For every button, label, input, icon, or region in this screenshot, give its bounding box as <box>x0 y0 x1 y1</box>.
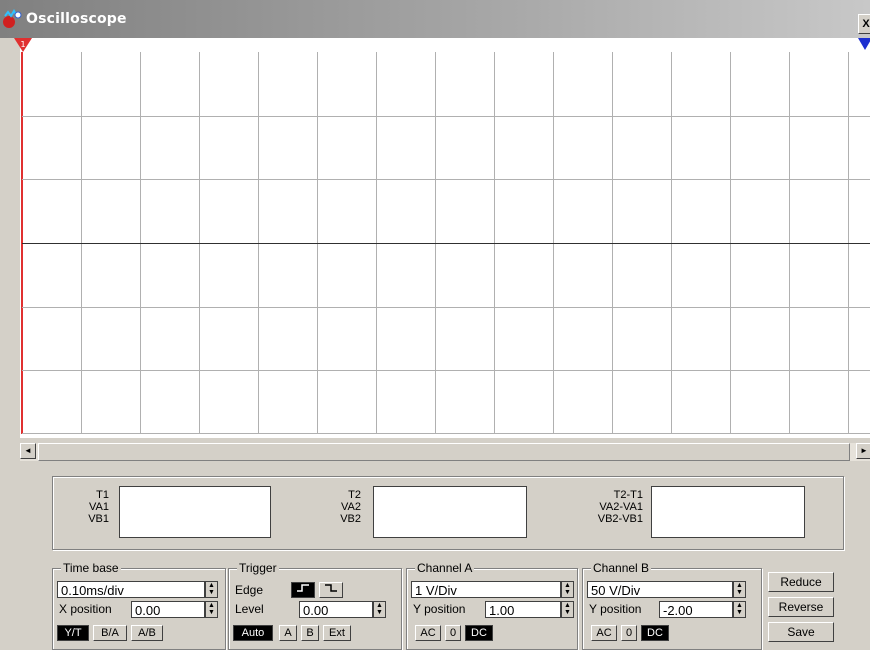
reduce-button[interactable]: Reduce <box>768 572 834 592</box>
channel-b-zero-button[interactable]: 0 <box>621 625 637 641</box>
trigger-title: Trigger <box>237 561 279 575</box>
diff-readout-box <box>651 486 805 538</box>
va2-label: VA2 <box>341 501 361 513</box>
x-position-label: X position <box>59 602 112 616</box>
cursor-2-marker-icon[interactable] <box>858 38 870 52</box>
t2-label: T2 <box>348 489 361 501</box>
horizontal-scrollbar[interactable]: ◄ ► <box>20 443 870 461</box>
channel-a-dc-button[interactable]: DC <box>465 625 493 641</box>
diff-labels: T2-T1 VA2-VA1 VB2-VB1 <box>563 489 643 525</box>
t1-labels: T1 VA1 VB1 <box>63 489 109 525</box>
trigger-ext-button[interactable]: Ext <box>323 625 351 641</box>
reverse-button[interactable]: Reverse <box>768 597 834 617</box>
level-label: Level <box>235 602 264 616</box>
t1-readout-box <box>119 486 271 538</box>
close-button[interactable]: X <box>858 14 870 34</box>
arrow-right-icon: ► <box>860 446 868 455</box>
time-base-spinner-icon[interactable]: ▲ ▼ <box>205 581 218 598</box>
channel-b-y-position-spinner-icon[interactable]: ▲ ▼ <box>733 601 746 618</box>
cursor-1-label: 1 <box>20 40 25 49</box>
time-base-group: Time base 0.10ms/div ▲ ▼ X position 0.00 … <box>52 561 226 650</box>
channel-b-title: Channel B <box>591 561 652 575</box>
close-icon: X <box>862 18 870 30</box>
channel-a-title: Channel A <box>415 561 475 575</box>
vb2-label: VB2 <box>340 513 361 525</box>
channel-b-dc-button[interactable]: DC <box>641 625 669 641</box>
channel-a-ac-button[interactable]: AC <box>415 625 441 641</box>
channel-a-scale-field[interactable]: 1 V/Div <box>411 581 561 598</box>
channel-a-y-position-field[interactable]: 1.00 <box>485 601 561 618</box>
channel-a-zero-button[interactable]: 0 <box>445 625 461 641</box>
scroll-thumb[interactable] <box>38 443 850 461</box>
scroll-left-button[interactable]: ◄ <box>20 443 36 459</box>
channel-a-y-position-label: Y position <box>413 602 466 616</box>
window-title: Oscilloscope <box>26 11 127 27</box>
channel-a-y-position-spinner-icon[interactable]: ▲ ▼ <box>561 601 574 618</box>
x-position-spinner-icon[interactable]: ▲ ▼ <box>205 601 218 618</box>
channel-b-y-position-field[interactable]: -2.00 <box>659 601 733 618</box>
rising-edge-icon <box>297 584 309 592</box>
t2-readout-box <box>373 486 527 538</box>
trigger-group: Trigger Edge Level 0.00 ▲ ▼ Auto A B Ext <box>228 561 402 650</box>
title-bar: Oscilloscope X <box>0 0 870 38</box>
oscilloscope-app-icon <box>3 9 22 28</box>
trigger-a-button[interactable]: A <box>279 625 297 641</box>
mode-yt-button[interactable]: Y/T <box>57 625 89 641</box>
arrow-left-icon: ◄ <box>24 446 32 455</box>
save-button[interactable]: Save <box>768 622 834 642</box>
x-position-field[interactable]: 0.00 <box>131 601 205 618</box>
level-spinner-icon[interactable]: ▲ ▼ <box>373 601 386 618</box>
channel-a-scale-spinner-icon[interactable]: ▲ ▼ <box>561 581 574 598</box>
vb1-label: VB1 <box>88 513 109 525</box>
trigger-auto-button[interactable]: Auto <box>233 625 273 641</box>
time-base-title: Time base <box>61 561 121 575</box>
falling-edge-icon <box>325 584 337 592</box>
channel-b-scale-spinner-icon[interactable]: ▲ ▼ <box>733 581 746 598</box>
scroll-right-button[interactable]: ► <box>856 443 870 459</box>
va2-va1-label: VA2-VA1 <box>599 501 643 513</box>
channel-b-y-position-label: Y position <box>589 602 642 616</box>
level-field[interactable]: 0.00 <box>299 601 373 618</box>
channel-b-scale-field[interactable]: 50 V/Div <box>587 581 733 598</box>
screen-grid <box>22 52 870 434</box>
channel-a-group: Channel A 1 V/Div ▲ ▼ Y position 1.00 ▲ ▼ … <box>406 561 578 650</box>
readout-panel: T1 VA1 VB1 T2 VA2 VB2 T2-T1 VA2-VA1 VB2-… <box>52 476 844 550</box>
channel-b-ac-button[interactable]: AC <box>591 625 617 641</box>
mode-ab-button[interactable]: A/B <box>131 625 163 641</box>
vb2-vb1-label: VB2-VB1 <box>597 513 643 525</box>
t2-t1-label: T2-T1 <box>613 489 643 501</box>
mode-ba-button[interactable]: B/A <box>93 625 127 641</box>
channel-b-group: Channel B 50 V/Div ▲ ▼ Y position -2.00 ▲… <box>582 561 762 650</box>
t2-labels: T2 VA2 VB2 <box>311 489 361 525</box>
edge-label: Edge <box>235 583 264 597</box>
time-base-field[interactable]: 0.10ms/div <box>57 581 205 598</box>
falling-edge-button[interactable] <box>319 582 343 598</box>
va1-label: VA1 <box>89 501 109 513</box>
t1-label: T1 <box>96 489 109 501</box>
trigger-b-button[interactable]: B <box>301 625 319 641</box>
rising-edge-button[interactable] <box>291 582 315 598</box>
